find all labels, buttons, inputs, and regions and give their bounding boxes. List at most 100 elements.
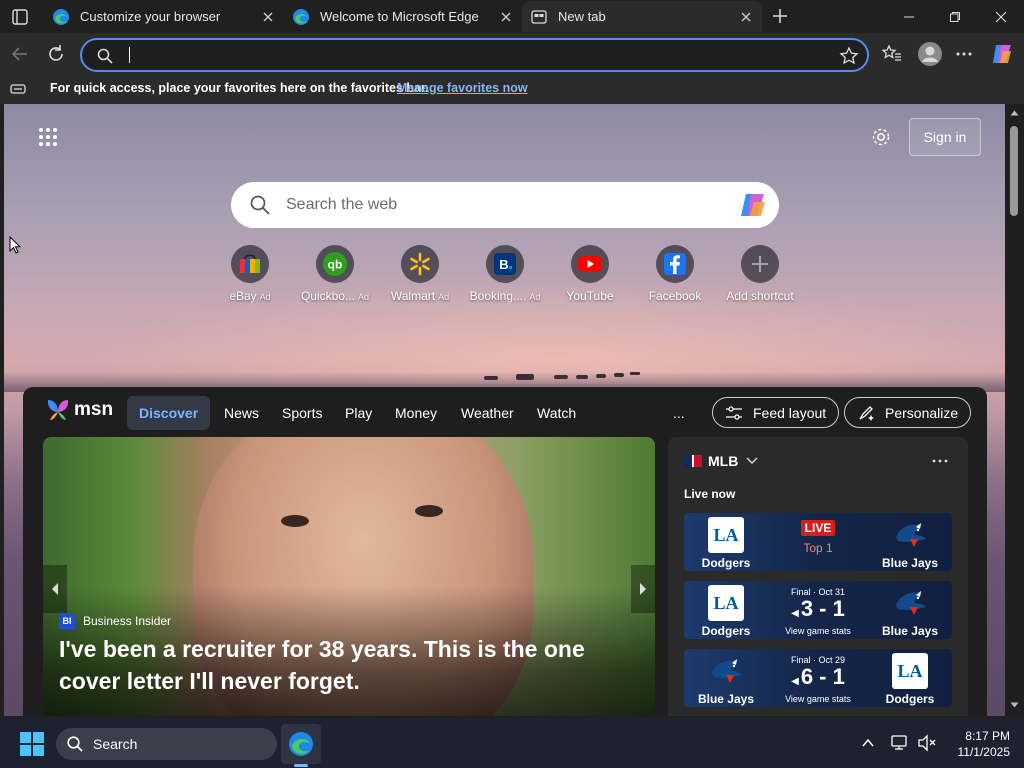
tab-actions-icon[interactable] — [8, 6, 32, 28]
game-card[interactable]: LA Dodgers LIVE Top 1 Blue Jays — [684, 513, 952, 571]
business-insider-logo: BI — [59, 613, 75, 629]
close-tab-icon[interactable] — [738, 9, 754, 25]
ad-badge: Ad — [358, 292, 370, 302]
tab-new-tab[interactable]: New tab — [522, 1, 762, 32]
edge-icon — [292, 8, 310, 26]
shortcut-quickbooks[interactable]: qb Quickbo... Ad — [291, 245, 379, 309]
title-bar: Customize your browser Welcome to Micros… — [0, 0, 1024, 33]
refresh-icon[interactable] — [45, 43, 67, 65]
dodgers-logo-icon: LA — [708, 517, 744, 553]
manage-favorites-link[interactable]: Manage favorites now — [397, 81, 528, 95]
game-card[interactable]: LA Dodgers Final · Oct 31 ◀3 - 1 View ga… — [684, 581, 952, 639]
search-placeholder: Search the web — [286, 196, 398, 213]
widget-more-icon[interactable] — [930, 453, 950, 469]
close-window-icon[interactable] — [978, 0, 1024, 33]
taskbar-search-label: Search — [93, 736, 138, 752]
shortcut-booking[interactable]: B Booking.... Ad — [461, 245, 549, 309]
tab-watch[interactable]: Watch — [537, 396, 576, 430]
game-score: ◀6 - 1 — [768, 665, 868, 694]
sliders-icon — [726, 405, 742, 420]
team-name: Blue Jays — [881, 624, 939, 638]
scroll-up-icon[interactable] — [1010, 110, 1019, 116]
close-tab-icon[interactable] — [498, 9, 514, 25]
tab-money[interactable]: Money — [395, 396, 437, 430]
view-game-stats-link[interactable]: View game stats — [768, 694, 868, 704]
game-card[interactable]: Blue Jays Final · Oct 29 ◀6 - 1 View gam… — [684, 649, 952, 707]
close-tab-icon[interactable] — [260, 9, 276, 25]
windows-start-icon[interactable] — [20, 732, 44, 756]
windows-taskbar: Search 8:17 PM 11/1/2025 — [0, 718, 1024, 768]
away-team: Blue Jays — [868, 517, 952, 570]
personalize-button[interactable]: Personalize — [844, 397, 972, 428]
tab-customize-browser[interactable]: Customize your browser — [44, 1, 284, 32]
sparkle-pen-icon — [859, 405, 874, 421]
copilot-icon[interactable] — [990, 42, 1014, 66]
team-name: Dodgers — [701, 556, 751, 570]
restore-icon[interactable] — [932, 0, 978, 33]
home-team: Blue Jays — [684, 653, 768, 706]
feed-layout-label: Feed layout — [753, 404, 827, 421]
walmart-icon — [401, 245, 439, 283]
feed-layout-button[interactable]: Feed layout — [712, 397, 840, 428]
svg-text:B: B — [499, 257, 508, 272]
sign-in-button[interactable]: Sign in — [909, 118, 981, 156]
tab-title: New tab — [558, 9, 606, 24]
story-source[interactable]: BI Business Insider — [59, 613, 171, 629]
favorites-folder-icon — [10, 82, 26, 96]
new-tab-plus-icon[interactable] — [768, 5, 792, 27]
star-favorite-icon[interactable] — [839, 46, 859, 66]
address-bar[interactable] — [80, 38, 869, 72]
youtube-icon — [571, 245, 609, 283]
msn-logo[interactable]: msn — [45, 396, 115, 424]
view-game-stats-link[interactable]: View game stats — [768, 626, 868, 636]
taskbar-clock[interactable]: 8:17 PM 11/1/2025 — [946, 728, 1011, 760]
tab-discover[interactable]: Discover — [127, 396, 211, 430]
shortcut-youtube[interactable]: YouTube — [546, 245, 634, 309]
copilot-icon[interactable] — [738, 191, 768, 219]
tab-news[interactable]: News — [224, 396, 259, 430]
favorites-icon[interactable] — [881, 43, 903, 65]
apps-grid-icon[interactable] — [38, 127, 58, 147]
address-input[interactable] — [126, 45, 806, 65]
more-options-icon[interactable] — [953, 43, 975, 65]
shortcut-label: Quickbo... — [300, 289, 355, 303]
scroll-down-icon[interactable] — [1010, 702, 1019, 708]
volume-muted-icon[interactable] — [917, 734, 937, 752]
mlb-title-dropdown[interactable]: MLB — [684, 453, 758, 469]
profile-avatar-icon[interactable] — [917, 41, 943, 67]
gear-icon[interactable] — [870, 126, 892, 148]
web-search-box[interactable]: Search the web — [231, 182, 779, 228]
tab-weather[interactable]: Weather — [461, 396, 514, 430]
hero-story-card[interactable]: BI Business Insider I've been a recruite… — [43, 437, 655, 716]
shortcut-ebay[interactable]: eBay Ad — [206, 245, 294, 309]
search-icon — [66, 735, 84, 753]
back-arrow-icon[interactable] — [9, 43, 31, 65]
shortcut-label: Facebook — [648, 289, 702, 303]
blue-jays-logo-icon — [896, 523, 926, 547]
add-shortcut-button[interactable]: Add shortcut — [716, 245, 804, 309]
tab-play[interactable]: Play — [345, 396, 372, 430]
dodgers-logo-icon: LA — [708, 585, 744, 621]
tab-sports[interactable]: Sports — [282, 396, 322, 430]
carousel-prev-icon[interactable] — [43, 565, 67, 613]
team-name: Dodgers — [885, 692, 935, 706]
page-scrollbar[interactable] — [1005, 104, 1024, 716]
network-icon[interactable] — [890, 734, 910, 752]
tab-welcome-edge[interactable]: Welcome to Microsoft Edge — [284, 1, 522, 32]
scrollbar-thumb[interactable] — [1010, 126, 1018, 216]
taskbar-search-box[interactable]: Search — [56, 728, 277, 760]
msn-brand-text: msn — [74, 399, 114, 420]
shortcut-facebook[interactable]: Facebook — [631, 245, 719, 309]
shortcut-label: Walmart — [390, 289, 436, 303]
quickbooks-icon: qb — [316, 245, 354, 283]
team-name: Blue Jays — [881, 556, 939, 570]
game-status: Final · Oct 29 ◀6 - 1 View game stats — [768, 655, 868, 704]
shortcut-walmart[interactable]: Walmart Ad — [376, 245, 464, 309]
ad-badge: Ad — [438, 292, 450, 302]
carousel-next-icon[interactable] — [631, 565, 655, 613]
feed-more-menu[interactable]: ... — [673, 396, 685, 430]
taskbar-edge-app[interactable] — [281, 724, 321, 764]
chevron-up-icon[interactable] — [860, 735, 876, 751]
minimize-icon[interactable] — [886, 0, 932, 33]
story-headline[interactable]: I've been a recruiter for 38 years. This… — [59, 633, 619, 697]
